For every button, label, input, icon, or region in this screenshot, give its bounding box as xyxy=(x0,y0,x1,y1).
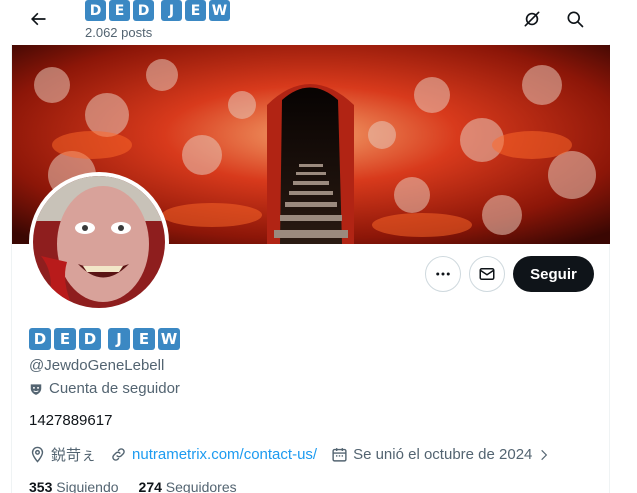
avatar-image xyxy=(33,176,165,308)
back-arrow-icon xyxy=(31,12,46,26)
header-name: D E D J E W xyxy=(85,0,230,21)
name-tile: W xyxy=(209,0,230,21)
name-tile: W xyxy=(158,328,180,350)
calendar-icon xyxy=(332,448,347,462)
back-button[interactable] xyxy=(22,3,54,35)
avatar[interactable] xyxy=(29,172,169,312)
name-tile: D xyxy=(29,328,51,350)
name-tile: D xyxy=(133,0,154,21)
name-tile: E xyxy=(54,328,76,350)
more-button[interactable] xyxy=(425,256,461,292)
top-bar: D E D J E W 2.062 posts xyxy=(0,0,637,44)
following-link[interactable]: 353 Siguiendo xyxy=(29,479,119,493)
follower-tag-label: Cuenta de seguidor xyxy=(49,380,180,397)
website-link[interactable]: nutrametrix.com/contact-us/ xyxy=(132,446,317,463)
name-tile: E xyxy=(133,328,155,350)
website[interactable]: nutrametrix.com/contact-us/ xyxy=(110,446,317,463)
followers-count: 274 xyxy=(138,479,162,493)
post-count: 2.062 posts xyxy=(85,25,153,40)
header-title: D E D J E W 2.062 posts xyxy=(85,0,230,40)
profile-meta: 鋭苛ぇ nutrametrix.com/contact-us/ Se unió … xyxy=(29,444,565,465)
join-date[interactable]: Se unió el octubre de 2024 xyxy=(331,446,551,463)
name-tile: E xyxy=(109,0,130,21)
follower-account-tag: Cuenta de seguidor xyxy=(29,380,180,397)
mask-icon xyxy=(30,383,42,395)
profile-handle: @JewdoGeneLebell xyxy=(29,357,165,374)
followers-label: Seguidores xyxy=(165,479,237,493)
followers-link[interactable]: 274 Seguidores xyxy=(139,479,237,493)
search-icon xyxy=(567,11,584,28)
grok-button[interactable] xyxy=(516,3,548,35)
name-tile: D xyxy=(79,328,101,350)
following-count: 353 xyxy=(29,479,53,493)
name-tile: E xyxy=(185,0,206,21)
follow-button[interactable]: Seguir xyxy=(513,256,594,292)
message-icon xyxy=(479,268,495,280)
location-icon xyxy=(31,446,44,463)
join-date-text: Se unió el octubre de 2024 xyxy=(353,446,533,463)
name-tile: J xyxy=(108,328,130,350)
more-icon xyxy=(436,272,450,276)
profile-bio: 1427889617 xyxy=(29,412,113,429)
link-icon xyxy=(112,448,125,461)
location: 鋭苛ぇ xyxy=(29,444,96,465)
following-label: Siguiendo xyxy=(56,479,119,493)
message-button[interactable] xyxy=(469,256,505,292)
name-tile: J xyxy=(161,0,182,21)
location-text: 鋭苛ぇ xyxy=(51,447,97,464)
follow-stats: 353 Siguiendo 274 Seguidores xyxy=(29,479,257,493)
profile-name: D E D J E W xyxy=(29,328,180,350)
grok-icon xyxy=(524,11,540,27)
search-button[interactable] xyxy=(559,3,591,35)
chevron-right-icon xyxy=(541,449,548,460)
name-tile: D xyxy=(85,0,106,21)
